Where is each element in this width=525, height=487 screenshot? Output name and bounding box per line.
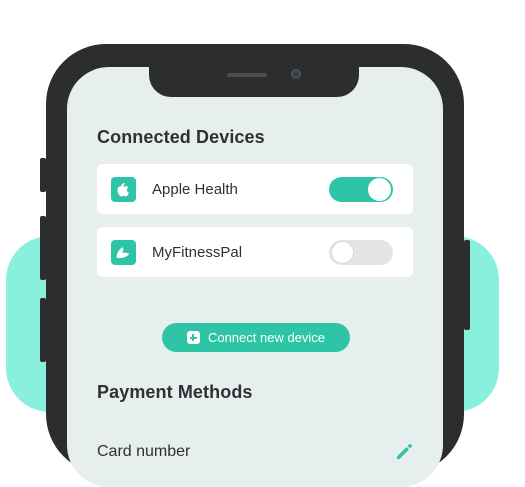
connect-new-device-button[interactable]: Connect new device: [162, 323, 350, 352]
connected-devices-title: Connected Devices: [97, 127, 265, 147]
device-row-apple-health: Apple Health: [97, 164, 413, 214]
payment-methods-title: Payment Methods: [97, 382, 253, 402]
myfitnesspal-icon: [111, 240, 136, 265]
phone-notch: [149, 67, 359, 97]
card-number-label: Card number: [97, 443, 191, 460]
device-label-apple-health: Apple Health: [152, 181, 238, 198]
camera-icon: [291, 69, 301, 79]
toggle-knob: [368, 178, 391, 201]
phone-screen: Connected Devices Apple Health MyFitness…: [67, 67, 443, 487]
apple-icon: [111, 177, 136, 202]
phone-frame: Connected Devices Apple Health MyFitness…: [46, 44, 464, 487]
myfitnesspal-toggle[interactable]: [329, 240, 393, 265]
device-label-myfitnesspal: MyFitnessPal: [152, 244, 243, 261]
toggle-knob: [331, 241, 354, 264]
device-row-myfitnesspal: MyFitnessPal: [97, 227, 413, 277]
pencil-icon[interactable]: [394, 441, 414, 461]
plus-icon: [186, 331, 200, 344]
connect-new-device-label: Connect new device: [207, 330, 326, 345]
apple-health-toggle[interactable]: [329, 177, 393, 202]
speaker-grille: [227, 73, 267, 77]
phone-power-button: [464, 240, 470, 330]
